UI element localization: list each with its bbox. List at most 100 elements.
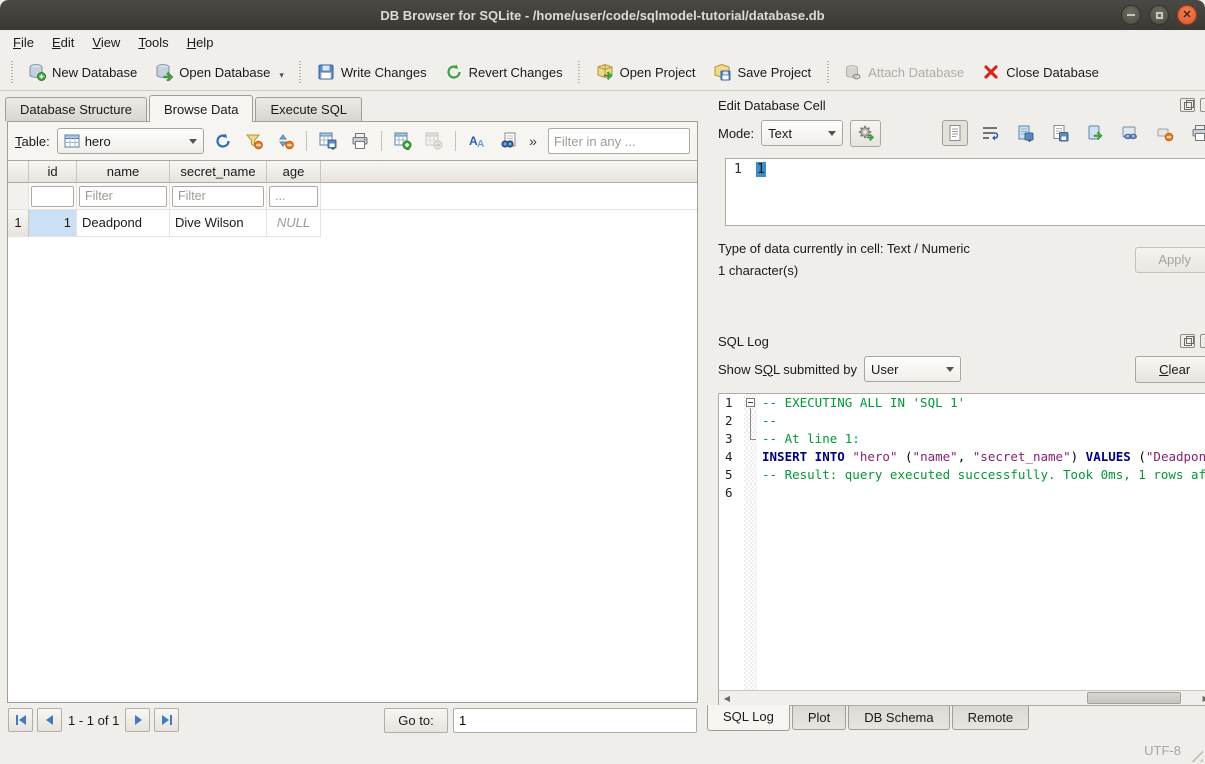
find-button[interactable] (496, 129, 520, 154)
scrollbar-track[interactable] (735, 691, 1198, 705)
column-header-secret-name[interactable]: secret_name (170, 161, 267, 183)
save-file-button[interactable] (1047, 120, 1073, 146)
toolbar-label: Write Changes (341, 65, 427, 80)
sql-log-line: 3-- At line 1: (719, 430, 1205, 448)
last-page-button[interactable] (154, 708, 179, 732)
tab-database-structure[interactable]: Database Structure (5, 97, 147, 121)
bottom-tab-plot[interactable]: Plot (792, 706, 846, 730)
close-dock-button[interactable]: ✕ (1200, 98, 1205, 112)
prev-page-button[interactable] (37, 708, 62, 732)
column-header-name[interactable]: name (77, 161, 170, 183)
browse-controls: Table: hero A (8, 122, 697, 160)
edit-cell-dock: Edit Database Cell ✕ Mode: Text (705, 93, 1205, 315)
toolbar-label: Attach Database (868, 65, 964, 80)
next-page-icon (131, 714, 145, 726)
sql-log-line: 6 (719, 484, 1205, 502)
chevron-down-icon[interactable]: ▾ (279, 70, 284, 81)
goto-button[interactable]: Go to: (384, 708, 448, 733)
row-header[interactable]: 1 (8, 210, 29, 237)
close-dock-button[interactable]: ✕ (1200, 334, 1205, 348)
menu-item-edit[interactable]: Edit (43, 33, 83, 52)
open-project-button[interactable]: Open Project (587, 59, 705, 85)
open-database-button[interactable]: Open Database ▾ (146, 59, 293, 85)
maximize-button[interactable] (1149, 5, 1169, 25)
menu-item-tools[interactable]: Tools (129, 33, 177, 52)
column-header-age[interactable]: age (267, 161, 321, 183)
print-table-button[interactable] (348, 129, 372, 154)
toolbar-handle[interactable] (825, 61, 830, 83)
menu-item-help[interactable]: Help (178, 33, 223, 52)
export-table-button[interactable] (316, 129, 340, 154)
next-page-button[interactable] (125, 708, 150, 732)
font-settings-button[interactable]: AA (465, 129, 489, 154)
scroll-right-button[interactable]: ▶ (1198, 691, 1205, 705)
text-mode-button[interactable] (942, 120, 968, 146)
filter-input-name[interactable] (79, 186, 167, 207)
horizontal-scrollbar[interactable]: ◀ ▶ (719, 690, 1205, 705)
clear-filters-button[interactable] (242, 129, 266, 154)
filter-input-secret-name[interactable] (172, 186, 264, 207)
first-page-button[interactable] (8, 708, 33, 732)
word-wrap-button[interactable] (977, 120, 1003, 146)
table-selector[interactable]: hero (57, 128, 204, 154)
cell-id[interactable]: 1 (29, 210, 77, 237)
cell-name[interactable]: Deadpond (77, 210, 170, 237)
minimize-button[interactable] (1121, 5, 1141, 25)
toolbar-handle[interactable] (9, 61, 14, 83)
new-database-button[interactable]: New Database (19, 59, 146, 85)
mode-selector[interactable]: Text (761, 120, 843, 146)
fold-marker[interactable] (744, 394, 757, 412)
float-dock-button[interactable] (1180, 98, 1195, 112)
menu-item-view[interactable]: View (83, 33, 129, 52)
clear-log-button[interactable]: Clear (1135, 356, 1205, 383)
scroll-left-button[interactable]: ◀ (719, 691, 735, 705)
insert-record-button[interactable] (391, 129, 415, 154)
record-range: 1 - 1 of 1 (68, 713, 119, 728)
grid-corner[interactable] (8, 161, 29, 183)
table-row: 1 1 Deadpond Dive Wilson NULL (8, 210, 697, 237)
minimize-icon (1127, 14, 1135, 16)
submitter-selector-value: User (871, 362, 898, 377)
menu-item-file[interactable]: File (4, 33, 43, 52)
float-dock-button[interactable] (1180, 334, 1195, 348)
close-database-button[interactable]: Close Database (973, 59, 1108, 85)
export-file-button[interactable] (1082, 120, 1108, 146)
auto-apply-button[interactable] (850, 120, 881, 147)
save-project-button[interactable]: Save Project (704, 59, 820, 85)
import-file-button[interactable] (1012, 120, 1038, 146)
tab-execute-sql[interactable]: Execute SQL (255, 97, 362, 121)
mode-selector-value: Text (768, 126, 792, 141)
toolbar-handle[interactable] (577, 61, 582, 83)
fold-margin (744, 448, 757, 466)
cell-secret-name[interactable]: Dive Wilson (170, 210, 267, 237)
cell-editor[interactable]: 1 1 (725, 158, 1205, 226)
sql-log-lines[interactable]: 1-- EXECUTING ALL IN 'SQL 1'2--3-- At li… (719, 394, 1205, 690)
print-cell-button[interactable] (1187, 120, 1205, 146)
scrollbar-thumb[interactable] (1087, 692, 1182, 704)
refresh-button[interactable] (211, 129, 235, 154)
toolbar-handle[interactable] (298, 61, 303, 83)
submitter-selector[interactable]: User (864, 356, 961, 382)
toolbar-label: Save Project (737, 65, 811, 80)
close-window-button[interactable]: ✕ (1177, 5, 1197, 25)
cell-age[interactable]: NULL (267, 210, 321, 237)
column-header-id[interactable]: id (29, 161, 77, 183)
overflow-chevron[interactable]: » (529, 133, 537, 149)
filter-any-input[interactable] (548, 128, 690, 154)
filter-input-age[interactable] (269, 186, 318, 207)
goto-input[interactable] (453, 708, 697, 733)
copy-link-button[interactable] (1117, 120, 1143, 146)
write-changes-button[interactable]: Write Changes (308, 59, 436, 85)
filter-input-id[interactable] (31, 186, 74, 207)
bottom-tab-sql-log[interactable]: SQL Log (707, 705, 790, 731)
bottom-tab-remote[interactable]: Remote (952, 706, 1030, 730)
encoding-indicator[interactable]: UTF-8 (1144, 743, 1181, 758)
cell-editor-content[interactable]: 1 (756, 162, 766, 177)
bottom-tab-db-schema[interactable]: DB Schema (848, 706, 949, 730)
toolbar-label: Close Database (1006, 65, 1099, 80)
tab-browse-data[interactable]: Browse Data (149, 95, 253, 122)
set-null-button[interactable] (1152, 120, 1178, 146)
resize-grip[interactable] (1190, 749, 1203, 762)
revert-changes-button[interactable]: Revert Changes (436, 59, 572, 85)
clear-sort-button[interactable] (273, 129, 297, 154)
